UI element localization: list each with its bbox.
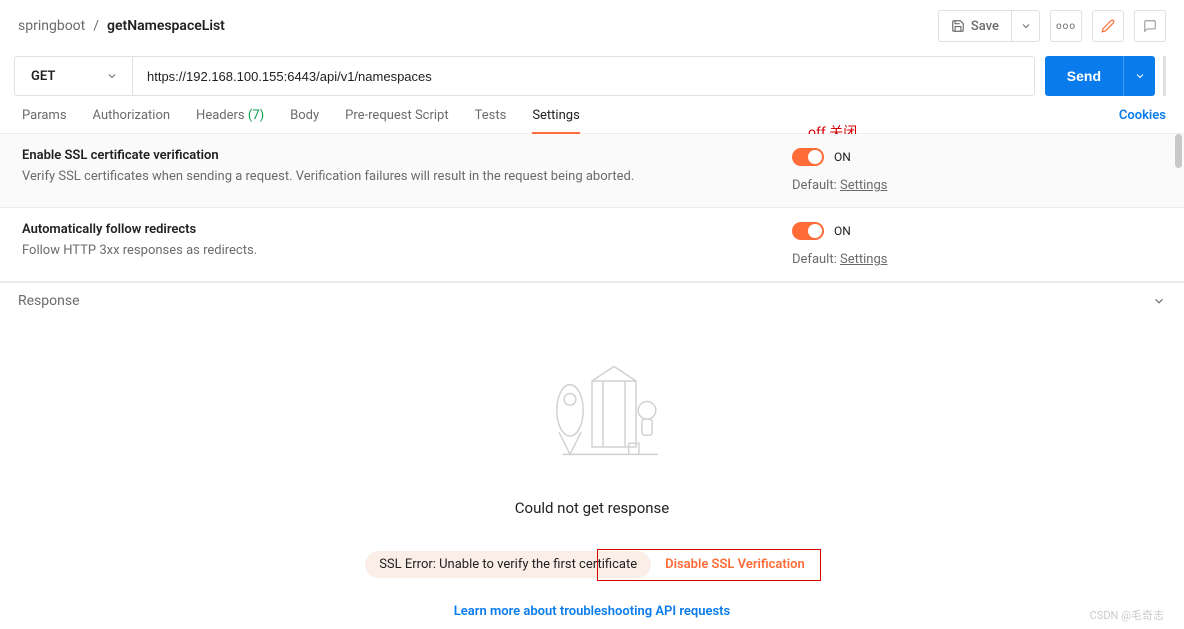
tab-settings[interactable]: Settings [532,108,579,133]
watermark: CSDN @毛奇志 [1090,607,1164,623]
save-icon [951,19,965,33]
more-options-button[interactable]: ooo [1050,10,1082,42]
edit-button[interactable] [1092,10,1124,42]
default-line: Default: Settings [792,178,887,193]
http-method-select[interactable]: GET [15,57,133,95]
settings-link[interactable]: Settings [840,178,887,193]
tab-prerequest[interactable]: Pre-request Script [345,108,448,133]
ssl-error-message: SSL Error: Unable to verify the first ce… [365,551,651,578]
default-line: Default: Settings [792,252,887,267]
setting-desc: Follow HTTP 3xx responses as redirects. [22,243,792,258]
chevron-down-icon [1020,20,1032,32]
tab-params[interactable]: Params [22,108,67,133]
http-method-value: GET [31,69,55,84]
learn-more-link[interactable]: Learn more about troubleshooting API req… [454,604,730,619]
chevron-down-icon [1134,70,1146,82]
pencil-icon [1101,19,1115,33]
send-options-button[interactable] [1123,56,1155,96]
response-header-label: Response [18,293,80,309]
save-options-button[interactable] [1011,11,1039,41]
redirects-toggle[interactable] [792,222,824,240]
response-collapse-button[interactable] [1152,294,1166,308]
settings-link[interactable]: Settings [840,252,887,267]
toggle-state: ON [834,224,851,238]
breadcrumb-sep: / [93,18,99,34]
save-label: Save [971,19,999,34]
no-response-message: Could not get response [515,499,669,517]
divider [1163,56,1166,96]
chevron-down-icon [1152,294,1166,308]
tab-headers-label: Headers [196,108,245,123]
save-button[interactable]: Save [939,11,1011,41]
scrollbar-thumb[interactable] [1175,134,1182,168]
tab-authorization[interactable]: Authorization [93,108,171,133]
setting-ssl-verification: Enable SSL certificate verification Veri… [0,134,1184,208]
chevron-down-icon [106,70,118,82]
tab-tests[interactable]: Tests [475,108,507,133]
tab-headers[interactable]: Headers (7) [196,108,264,133]
setting-follow-redirects: Automatically follow redirects Follow HT… [0,208,1184,282]
cookies-link[interactable]: Cookies [1119,108,1166,133]
setting-title: Automatically follow redirects [22,222,792,237]
url-input[interactable] [133,57,1034,95]
tab-headers-count: (7) [248,108,264,123]
breadcrumb: springboot / getNamespaceList [18,18,225,34]
setting-desc: Verify SSL certificates when sending a r… [22,169,792,184]
save-button-group: Save [938,10,1040,42]
ssl-toggle[interactable] [792,148,824,166]
breadcrumb-request[interactable]: getNamespaceList [107,18,225,34]
tab-body[interactable]: Body [290,108,319,133]
comment-button[interactable] [1134,10,1166,42]
disable-ssl-link[interactable]: Disable SSL Verification [651,551,819,578]
send-button[interactable]: Send [1045,56,1123,96]
toggle-state: ON [834,150,851,164]
breadcrumb-collection[interactable]: springboot [18,18,85,34]
setting-title: Enable SSL certificate verification [22,148,792,163]
comment-icon [1143,19,1157,33]
rocket-illustration [517,359,667,469]
